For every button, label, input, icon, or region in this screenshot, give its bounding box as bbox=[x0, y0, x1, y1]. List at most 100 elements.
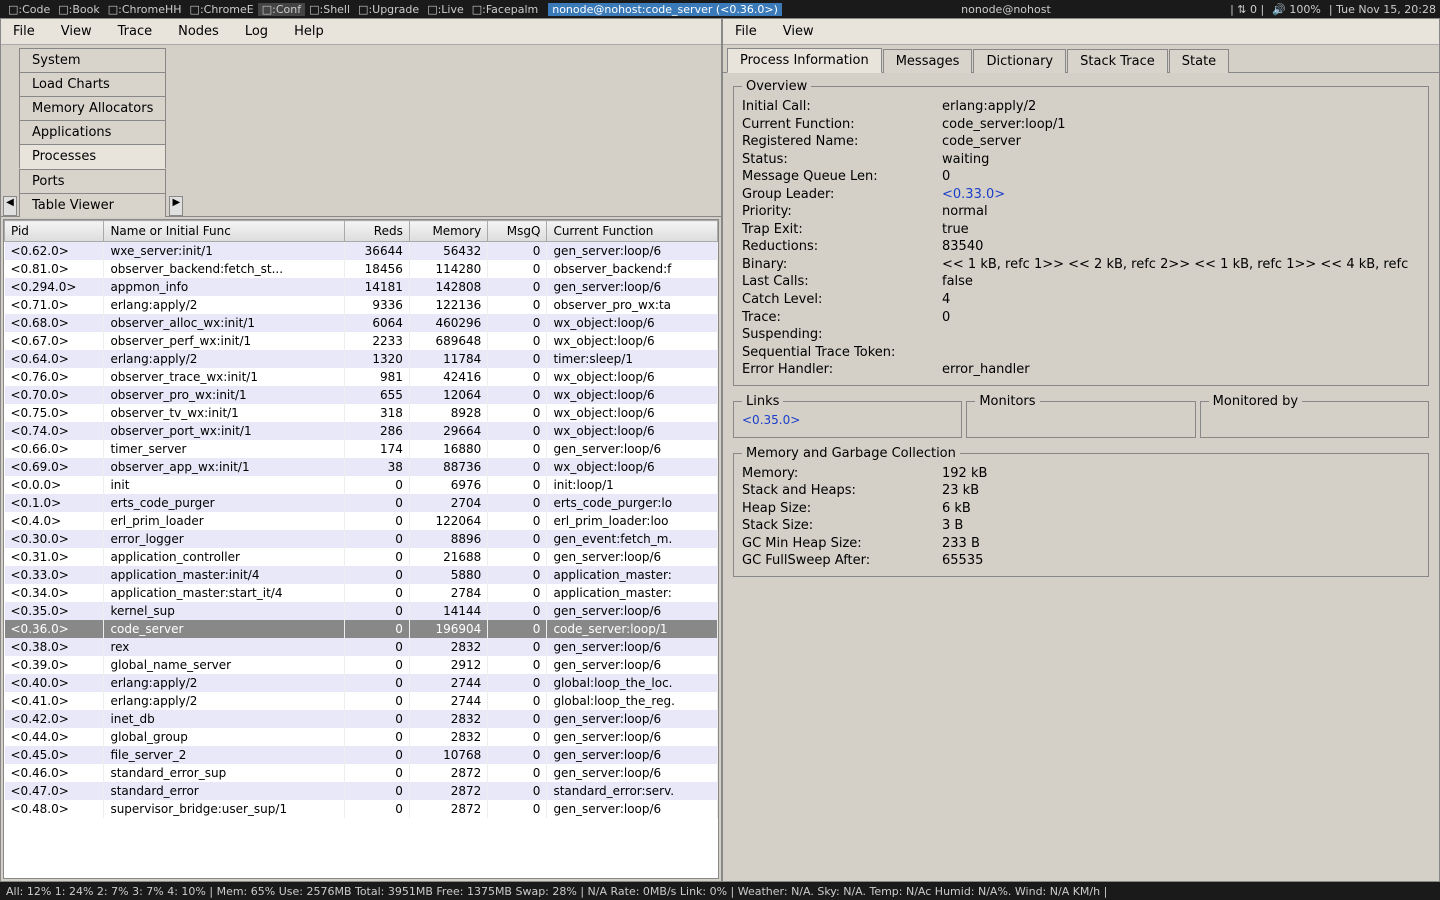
table-row[interactable]: <0.46.0>standard_error_sup028720gen_serv… bbox=[5, 764, 718, 782]
cell: 0 bbox=[344, 764, 409, 782]
menu-log[interactable]: Log bbox=[239, 21, 274, 42]
table-row[interactable]: <0.39.0>global_name_server029120gen_serv… bbox=[5, 656, 718, 674]
col-pid[interactable]: Pid bbox=[5, 221, 104, 242]
taskbar-workspace[interactable]: □:ChromeHH bbox=[104, 3, 186, 16]
tab-state[interactable]: State bbox=[1169, 49, 1229, 73]
table-row[interactable]: <0.41.0>erlang:apply/2027440global:loop_… bbox=[5, 692, 718, 710]
table-row[interactable]: <0.35.0>kernel_sup0141440gen_server:loop… bbox=[5, 602, 718, 620]
memgc-value: 3 B bbox=[942, 517, 1420, 535]
left-menubar: File View Trace Nodes Log Help bbox=[1, 19, 721, 45]
table-row[interactable]: <0.36.0>code_server01969040code_server:l… bbox=[5, 620, 718, 638]
table-row[interactable]: <0.66.0>timer_server174168800gen_server:… bbox=[5, 440, 718, 458]
table-row[interactable]: <0.70.0>observer_pro_wx:init/1655120640w… bbox=[5, 386, 718, 404]
taskbar-second-window[interactable]: nonode@nohost bbox=[957, 3, 1055, 16]
tab-table-viewer[interactable]: Table Viewer bbox=[19, 193, 166, 217]
table-row[interactable]: <0.0.0>init069760init:loop/1 bbox=[5, 476, 718, 494]
table-row[interactable]: <0.64.0>erlang:apply/21320117840timer:sl… bbox=[5, 350, 718, 368]
cell: 1320 bbox=[344, 350, 409, 368]
link-pid[interactable]: <0.35.0> bbox=[742, 413, 800, 427]
tab-load-charts[interactable]: Load Charts bbox=[19, 72, 166, 96]
taskbar-workspace[interactable]: □:Code bbox=[4, 3, 54, 16]
menu-file[interactable]: File bbox=[7, 21, 41, 42]
col-msgq[interactable]: MsgQ bbox=[488, 221, 547, 242]
menu-view[interactable]: View bbox=[777, 21, 820, 42]
overview-key: Priority: bbox=[742, 203, 942, 221]
taskbar-workspace[interactable]: □:Facepalm bbox=[468, 3, 542, 16]
menu-file[interactable]: File bbox=[729, 21, 763, 42]
table-row[interactable]: <0.75.0>observer_tv_wx:init/131889280wx_… bbox=[5, 404, 718, 422]
tab-scroll-left[interactable]: ◀ bbox=[3, 196, 17, 216]
table-row[interactable]: <0.30.0>error_logger088960gen_event:fetc… bbox=[5, 530, 718, 548]
tab-messages[interactable]: Messages bbox=[883, 49, 973, 73]
process-table-wrap[interactable]: PidName or Initial FuncRedsMemoryMsgQCur… bbox=[3, 219, 719, 879]
menu-view[interactable]: View bbox=[55, 21, 98, 42]
tab-process-information[interactable]: Process Information bbox=[727, 48, 882, 73]
table-row[interactable]: <0.33.0>application_master:init/4058800a… bbox=[5, 566, 718, 584]
table-row[interactable]: <0.62.0>wxe_server:init/136644564320gen_… bbox=[5, 242, 718, 261]
memgc-row: GC Min Heap Size:233 B bbox=[742, 535, 1420, 553]
menu-nodes[interactable]: Nodes bbox=[172, 21, 225, 42]
overview-value[interactable]: <0.33.0> bbox=[942, 186, 1420, 204]
tab-memory-allocators[interactable]: Memory Allocators bbox=[19, 96, 166, 120]
table-row[interactable]: <0.74.0>observer_port_wx:init/1286296640… bbox=[5, 422, 718, 440]
taskbar-workspace[interactable]: □:Upgrade bbox=[354, 3, 423, 16]
table-row[interactable]: <0.81.0>observer_backend:fetch_st...1845… bbox=[5, 260, 718, 278]
cell: standard_error_sup bbox=[104, 764, 345, 782]
table-row[interactable]: <0.48.0>supervisor_bridge:user_sup/10287… bbox=[5, 800, 718, 818]
tab-scroll-right[interactable]: ▶ bbox=[169, 196, 183, 216]
table-row[interactable]: <0.31.0>application_controller0216880gen… bbox=[5, 548, 718, 566]
tab-system[interactable]: System bbox=[19, 48, 166, 72]
table-row[interactable]: <0.34.0>application_master:start_it/4027… bbox=[5, 584, 718, 602]
table-row[interactable]: <0.1.0>erts_code_purger027040erts_code_p… bbox=[5, 494, 718, 512]
cell: 0 bbox=[488, 710, 547, 728]
taskbar-workspace[interactable]: □:Live bbox=[423, 3, 468, 16]
table-row[interactable]: <0.76.0>observer_trace_wx:init/198142416… bbox=[5, 368, 718, 386]
table-row[interactable]: <0.69.0>observer_app_wx:init/138887360wx… bbox=[5, 458, 718, 476]
taskbar-workspace[interactable]: □:ChromeE bbox=[186, 3, 258, 16]
table-row[interactable]: <0.4.0>erl_prim_loader01220640erl_prim_l… bbox=[5, 512, 718, 530]
col-current-function[interactable]: Current Function bbox=[547, 221, 718, 242]
cell: observer_app_wx:init/1 bbox=[104, 458, 345, 476]
menu-help[interactable]: Help bbox=[288, 21, 330, 42]
taskbar-workspace[interactable]: □:Conf bbox=[258, 3, 305, 16]
tab-applications[interactable]: Applications bbox=[19, 120, 166, 144]
table-row[interactable]: <0.71.0>erlang:apply/293361221360observe… bbox=[5, 296, 718, 314]
tab-ports[interactable]: Ports bbox=[19, 169, 166, 193]
cell: 0 bbox=[488, 422, 547, 440]
cell: 0 bbox=[488, 512, 547, 530]
cell: 0 bbox=[488, 278, 547, 296]
tab-stack-trace[interactable]: Stack Trace bbox=[1067, 49, 1168, 73]
cell: 318 bbox=[344, 404, 409, 422]
cell: <0.76.0> bbox=[5, 368, 104, 386]
tab-processes[interactable]: Processes bbox=[19, 144, 166, 169]
table-row[interactable]: <0.38.0>rex028320gen_server:loop/6 bbox=[5, 638, 718, 656]
taskbar-workspace[interactable]: □:Book bbox=[54, 3, 103, 16]
taskbar-volume[interactable]: 🔊 100% bbox=[1272, 3, 1321, 16]
table-row[interactable]: <0.44.0>global_group028320gen_server:loo… bbox=[5, 728, 718, 746]
menu-trace[interactable]: Trace bbox=[112, 21, 159, 42]
col-reds[interactable]: Reds bbox=[344, 221, 409, 242]
taskbar-workspace[interactable]: □:Shell bbox=[305, 3, 354, 16]
table-row[interactable]: <0.42.0>inet_db028320gen_server:loop/6 bbox=[5, 710, 718, 728]
table-row[interactable]: <0.47.0>standard_error028720standard_err… bbox=[5, 782, 718, 800]
table-row[interactable]: <0.294.0>appmon_info141811428080gen_serv… bbox=[5, 278, 718, 296]
taskbar-window-title[interactable]: nonode@nohost:code_server (<0.36.0>) bbox=[548, 3, 782, 16]
table-row[interactable]: <0.68.0>observer_alloc_wx:init/160644602… bbox=[5, 314, 718, 332]
table-row[interactable]: <0.45.0>file_server_20107680gen_server:l… bbox=[5, 746, 718, 764]
table-row[interactable]: <0.67.0>observer_perf_wx:init/1223368964… bbox=[5, 332, 718, 350]
cell: init bbox=[104, 476, 345, 494]
tab-dictionary[interactable]: Dictionary bbox=[973, 49, 1066, 73]
cell: <0.67.0> bbox=[5, 332, 104, 350]
overview-row: Error Handler:error_handler bbox=[742, 361, 1420, 379]
col-name-or-initial-func[interactable]: Name or Initial Func bbox=[104, 221, 345, 242]
table-row[interactable]: <0.40.0>erlang:apply/2027440global:loop_… bbox=[5, 674, 718, 692]
cell: wx_object:loop/6 bbox=[547, 332, 718, 350]
col-memory[interactable]: Memory bbox=[409, 221, 487, 242]
cell: observer_tv_wx:init/1 bbox=[104, 404, 345, 422]
memgc-row: GC FullSweep After:65535 bbox=[742, 552, 1420, 570]
cell: <0.41.0> bbox=[5, 692, 104, 710]
memgc-key: Stack Size: bbox=[742, 517, 942, 535]
cell: 0 bbox=[488, 476, 547, 494]
cell: erl_prim_loader bbox=[104, 512, 345, 530]
cell: 2832 bbox=[409, 728, 487, 746]
